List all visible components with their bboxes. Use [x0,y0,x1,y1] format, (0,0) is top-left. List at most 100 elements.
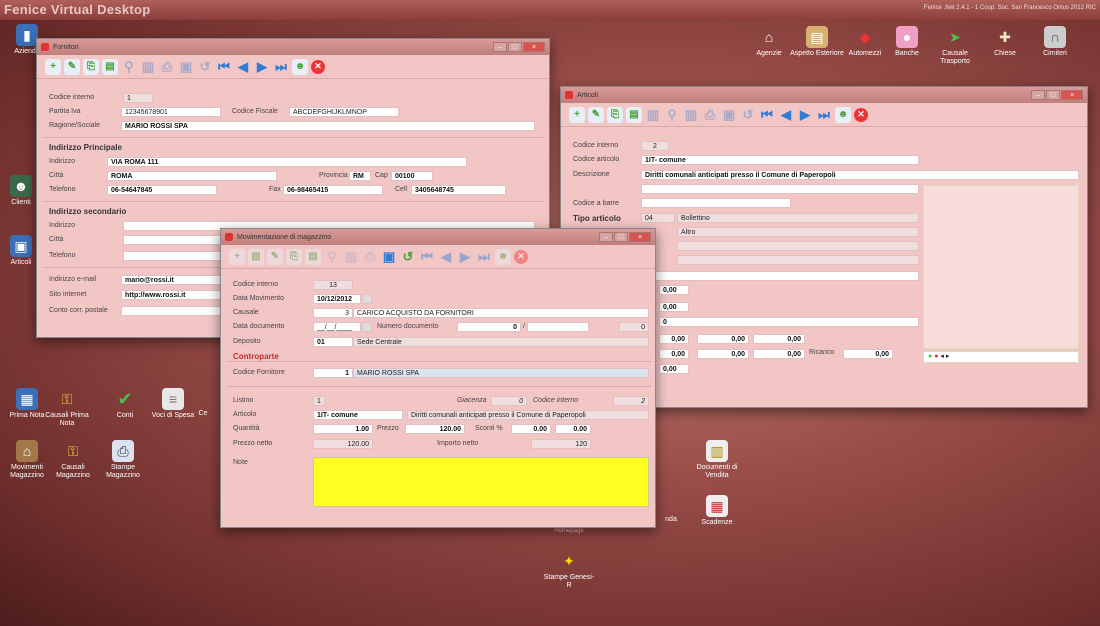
desktop-icon-stampe-genesi[interactable]: ✦ Stampe Genesi-R [542,550,596,590]
desktop-icon-banche[interactable]: ● Banche [880,26,934,58]
value-field[interactable]: 0,00 [659,302,689,312]
desktop-icon-nda[interactable]: nda [656,516,686,524]
desktop-icon-scadenze[interactable]: ▦ Scadenze [690,495,744,527]
data-movimento-field[interactable]: 10/12/2012 [313,294,361,304]
piva-field[interactable]: 12345678901 [121,107,221,117]
print-icon[interactable]: ⎙ [702,107,718,123]
search-icon[interactable]: ⚲ [664,107,680,123]
data-documento-field[interactable]: __/__/____ [313,322,361,332]
save-icon[interactable]: ▣ [381,249,397,265]
maximize-button[interactable]: □ [1046,90,1060,100]
fax-field[interactable]: 06-98465415 [283,185,383,195]
value-field[interactable]: 0,00 [659,285,689,295]
new-icon[interactable]: + [229,248,245,265]
codice-articolo-field[interactable]: 1IT- comune [641,155,919,165]
paste-icon[interactable]: ▤ [305,248,321,265]
descrizione2-field[interactable] [641,184,919,194]
users-icon[interactable]: ☻ [292,58,308,75]
remove-image-icon[interactable]: ● [934,353,938,360]
filter-icon[interactable]: ▥ [343,249,359,265]
ccp-field[interactable] [121,306,221,316]
print-icon[interactable]: ⎙ [159,59,175,75]
list-icon[interactable]: ▥ [248,248,264,265]
articolo-field[interactable]: 1IT- comune [313,410,403,420]
copy-icon[interactable]: ⎘ [83,58,99,75]
users-icon[interactable]: ☻ [835,106,851,123]
maximize-button[interactable]: □ [508,42,522,52]
close-record-icon[interactable]: ✕ [514,249,528,264]
first-record-icon[interactable]: ⏮ [216,59,232,75]
first-record-icon[interactable]: ⏮ [419,249,435,265]
prezzo-field[interactable]: 120.00 [405,424,465,434]
articoli-titlebar[interactable]: Articoli – □ × [561,87,1087,103]
previous-record-icon[interactable]: ◀ [235,59,251,75]
note-textarea[interactable] [313,457,649,507]
close-record-icon[interactable]: ✕ [311,59,325,74]
sconto1-field[interactable]: 0.00 [511,424,551,434]
edit-icon[interactable]: ✎ [588,106,604,123]
desktop-icon-documenti-di-vendita[interactable]: ▥ Documenti di Vendita [690,440,744,480]
provincia-field[interactable]: RM [349,171,371,181]
first-record-icon[interactable]: ⏮ [759,107,775,123]
close-button[interactable]: × [629,232,651,242]
close-button[interactable]: × [523,42,545,52]
paste-icon[interactable]: ▤ [626,106,642,123]
undo-icon[interactable]: ↺ [400,249,416,265]
value-field[interactable]: 0,00 [659,349,689,359]
filter-icon[interactable]: ▥ [140,59,156,75]
minimize-button[interactable]: – [1031,90,1045,100]
desktop-icon-ce[interactable]: Ce [188,410,218,418]
next-record-icon[interactable]: ▶ [457,249,473,265]
value-field[interactable]: 0 [659,317,919,327]
last-record-icon[interactable]: ⏭ [816,107,832,123]
sito-field[interactable]: http://www.rossi.it [121,290,221,300]
copy-icon[interactable]: ⎘ [607,106,623,123]
numero-documento-suffix[interactable] [527,322,589,332]
causale-code-field[interactable]: 3 [313,308,353,318]
value-field[interactable]: 0,00 [659,364,689,374]
desktop-icon-stampe-magazzino[interactable]: ⎙ Stampe Magazzino [96,440,150,480]
value-field[interactable]: 0,00 [697,334,749,344]
codice-fornitore-field[interactable]: 1 [313,368,353,378]
image-nav[interactable]: ● ● ◂ ▸ [923,351,1079,363]
desktop-icon-cimiteri[interactable]: ∩ Cimiteri [1028,26,1082,58]
value-field[interactable]: 0,00 [659,334,689,344]
sconto2-field[interactable]: 0.00 [555,424,591,434]
cell-field[interactable]: 3405648745 [411,185,506,195]
next-record-icon[interactable]: ▶ [254,59,270,75]
desktop-icon-causali-magazzino[interactable]: ⚿ Causali Magazzino [46,440,100,480]
new-icon[interactable]: + [45,58,61,75]
desktop-icon-causali-prima-nota[interactable]: ⚿ Causali Prima Nota [40,388,94,428]
save-icon[interactable]: ▣ [178,59,194,75]
minimize-button[interactable]: – [599,232,613,242]
desktop-icon-conti[interactable]: ✔ Conti [98,388,152,420]
desktop-icon-agenzie[interactable]: ⌂ Agenzie [742,26,796,58]
value-field[interactable]: 0,00 [753,349,805,359]
edit-icon[interactable]: ✎ [64,58,80,75]
edit-icon[interactable]: ✎ [267,248,283,265]
undo-icon[interactable]: ↺ [197,59,213,75]
codice-barre-field[interactable] [641,198,791,208]
value-field[interactable]: 0,00 [697,349,749,359]
listino-field[interactable]: 1 [313,396,325,406]
numero-documento-field[interactable]: 0 [457,322,521,332]
desktop-icon-homepage[interactable]: Homepage [542,528,596,535]
last-record-icon[interactable]: ⏭ [273,59,289,75]
telefono2-field[interactable] [123,251,223,261]
cap-field[interactable]: 00100 [391,171,433,181]
next-image-icon[interactable]: ▸ [946,353,950,360]
undo-icon[interactable]: ↺ [740,107,756,123]
desktop-icon-causale-trasporto[interactable]: ➤ Causale Trasporto [928,26,982,66]
previous-record-icon[interactable]: ◀ [438,249,454,265]
ricarico-field[interactable]: 0,00 [843,349,893,359]
last-record-icon[interactable]: ⏭ [476,249,492,265]
search-icon[interactable]: ⚲ [324,249,340,265]
image-panel[interactable] [923,185,1079,349]
movimentazione-window[interactable]: Movimentazione di magazzino – □ × + ▥ ✎ ⎘ ▤ ⚲ ▥… [220,228,656,528]
next-record-icon[interactable]: ▶ [797,107,813,123]
movimentazione-titlebar[interactable]: Movimentazione di magazzino – □ × [221,229,655,245]
cf-field[interactable]: ABCDEFGHIJKLMNOP [289,107,399,117]
fornitori-titlebar[interactable]: Fornitori – □ × [37,39,549,55]
descrizione-field[interactable]: Diritti comunali anticipati presso il Co… [641,170,1079,180]
value-field[interactable]: 0,00 [753,334,805,344]
